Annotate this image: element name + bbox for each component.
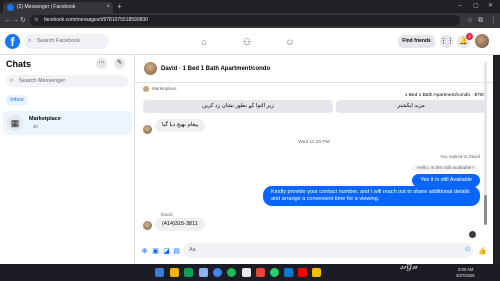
back-arrow-icon[interactable]: ← (4, 15, 11, 26)
messenger-search-input[interactable]: ⌕ Search Messenger (6, 75, 129, 87)
conversation-name: Marketplace (29, 116, 61, 122)
browser-tab[interactable]: (2) Messenger | Facebook × (3, 2, 113, 13)
plus-circle-icon[interactable]: ⊕ (140, 247, 149, 256)
app-icon[interactable] (256, 268, 265, 277)
sender-avatar (143, 221, 152, 230)
bookmark-star-icon[interactable]: ☆ (467, 15, 473, 26)
notification-count-badge: 2 (466, 33, 473, 40)
home-icon[interactable]: ⌂ (198, 36, 210, 48)
app-icon[interactable] (312, 268, 321, 277)
chat-avatar[interactable] (144, 62, 157, 75)
more-actions-button[interactable]: مزید ایکشنز (336, 100, 486, 113)
message-input[interactable]: Aa (183, 243, 473, 258)
message-composer: ⊕ ▣ ◪ ▤ Aa ☺ 👍 (135, 239, 493, 264)
seen-receipt-avatar (469, 231, 476, 238)
app-icon[interactable] (284, 268, 293, 277)
quoted-message[interactable]: Hello, is this still available? (411, 165, 479, 172)
emoji-icon[interactable]: ☺ (463, 245, 472, 254)
reply-note: You replied to David (439, 154, 480, 159)
inbox-filter-tab[interactable]: Inbox (6, 95, 28, 106)
outgoing-message[interactable]: Kindly provide your contact number, and … (263, 186, 480, 206)
whatsapp-icon[interactable] (270, 268, 279, 277)
chrome-icon[interactable] (213, 268, 222, 277)
messenger-search-placeholder: Search Messenger (19, 78, 66, 84)
file-explorer-icon[interactable] (170, 268, 179, 277)
conversation-time: 3h (33, 124, 39, 129)
facebook-search-input[interactable]: ⌕ Search Facebook (24, 34, 109, 49)
close-window-button[interactable]: ✕ (488, 1, 493, 11)
app-icon[interactable] (199, 268, 208, 277)
chevron-down-icon[interactable]: ⌄ (260, 65, 264, 71)
windows-taskbar: 3:00 AM 3/27/2025 (0, 264, 500, 281)
messenger-favicon-icon (7, 4, 14, 11)
url-field[interactable]: ⚙ facebook.com/messages/t/97810755185908… (30, 15, 460, 26)
tab-close-icon[interactable]: × (106, 2, 110, 13)
spotify-icon[interactable] (227, 268, 236, 277)
chats-title: Chats (6, 59, 32, 69)
browser-menu-icon[interactable]: ⋮ (490, 15, 497, 26)
tab-title: (2) Messenger | Facebook (17, 4, 76, 10)
marketplace-thumbnail (143, 86, 149, 92)
chat-title[interactable]: David · 1 Bed 1 Bath Apartment/condo (161, 66, 270, 72)
reload-icon[interactable]: ↻ (20, 15, 26, 26)
menu-grid-icon[interactable]: ⋮⋮ (440, 35, 454, 48)
site-info-icon[interactable]: ⚙ (34, 15, 38, 26)
incoming-message[interactable]: پیغام بھیج دیا گیا (155, 119, 206, 132)
forward-arrow-icon[interactable]: → (12, 15, 19, 26)
marketplace-store-icon: ▦ (7, 115, 23, 131)
new-tab-button[interactable]: + (117, 2, 122, 11)
groups-icon[interactable]: ☺ (284, 36, 296, 48)
start-button-icon[interactable] (155, 268, 164, 277)
gif-icon[interactable]: ▤ (172, 247, 181, 256)
clock-date[interactable]: 3/27/2025 (456, 273, 475, 278)
listing-title[interactable]: 1 Bed 1 Bath Apartment/condo · $700 (405, 93, 485, 98)
time-separator: Wed 11:20 PM (298, 140, 330, 145)
chats-sidebar: Chats ⋯ ✎ ⌕ Search Messenger Inbox ▦ Mar… (0, 55, 135, 264)
maximize-button[interactable]: ▢ (473, 1, 479, 11)
minimize-button[interactable]: – (458, 1, 461, 11)
thumbs-up-icon[interactable]: 👍 (478, 247, 487, 256)
marketplace-label: Marketplace (152, 86, 177, 91)
mark-pending-button[interactable]: زیر التوا کے بطور نشان زد کریں (143, 100, 333, 113)
facebook-logo[interactable]: f (5, 34, 20, 49)
chat-scrollbar-track[interactable] (484, 62, 487, 202)
sender-name: David (161, 212, 173, 217)
chat-header: David · 1 Bed 1 Bath Apartment/condo ⌄ (135, 55, 493, 83)
chat-panel: David · 1 Bed 1 Bath Apartment/condo ⌄ M… (135, 55, 493, 264)
more-options-icon[interactable]: ⋯ (96, 58, 107, 69)
sticker-icon[interactable]: ◪ (162, 247, 171, 256)
address-bar-row: ← → ↻ ⚙ facebook.com/messages/t/97810755… (0, 13, 500, 28)
friends-icon[interactable]: ⚇ (241, 36, 253, 48)
handwritten-signature-watermark: 𝓈𝒾𝑔𝓃 (400, 262, 418, 272)
chat-scrollbar-thumb[interactable] (484, 195, 487, 225)
app-icon[interactable] (242, 268, 251, 277)
image-icon[interactable]: ▣ (151, 247, 160, 256)
app-icon[interactable] (184, 268, 193, 277)
profile-avatar[interactable] (475, 34, 489, 48)
new-message-icon[interactable]: ✎ (114, 58, 125, 69)
extensions-icon[interactable]: ⧉ (478, 15, 483, 26)
youtube-icon[interactable] (298, 268, 307, 277)
incoming-message[interactable]: (414)315-3811 (155, 218, 205, 231)
browser-tab-strip: (2) Messenger | Facebook × + – ▢ ✕ (0, 0, 500, 13)
conversation-item-marketplace[interactable]: ▦ Marketplace 3h (3, 111, 132, 135)
facebook-header: f ⌕ Search Facebook ⌂ ⚇ ☺ Find friends ⋮… (0, 28, 500, 55)
find-friends-button[interactable]: Find friends (398, 35, 435, 48)
facebook-search-placeholder: Search Facebook (37, 38, 81, 44)
search-icon: ⌕ (28, 38, 32, 44)
search-icon: ⌕ (10, 78, 14, 84)
url-text: facebook.com/messages/t/9781075518590830 (44, 17, 148, 23)
clock-time[interactable]: 3:00 AM (458, 267, 473, 272)
sender-avatar (143, 125, 152, 134)
